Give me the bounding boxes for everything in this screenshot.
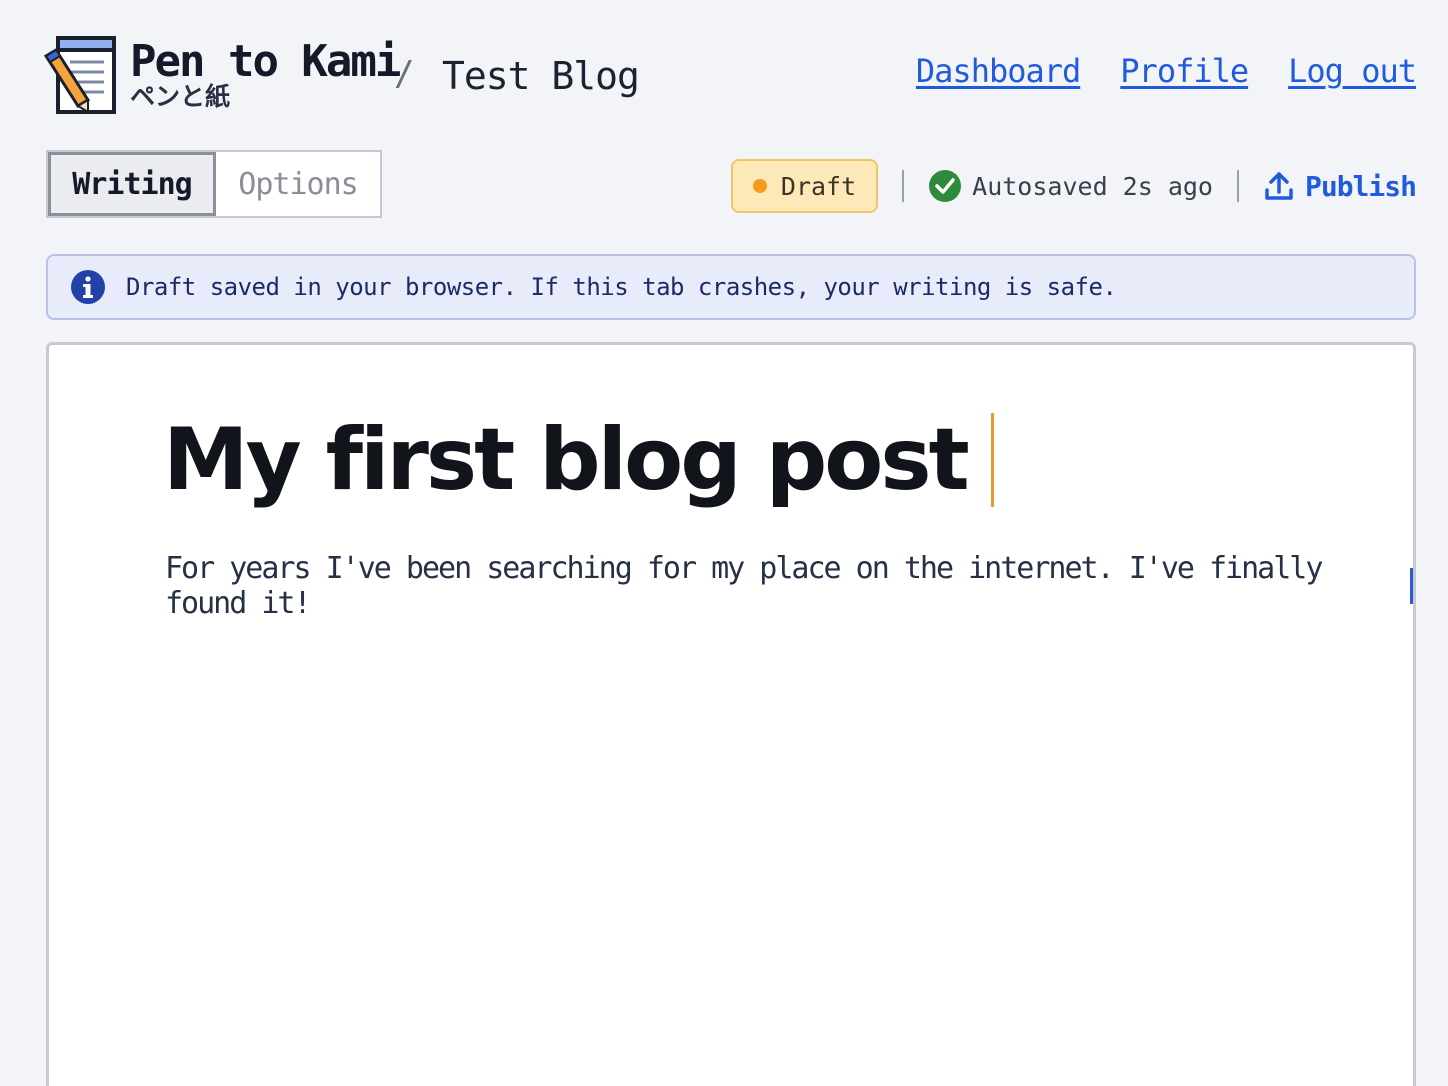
nav-profile-link[interactable]: Profile: [1120, 52, 1249, 90]
tab-writing[interactable]: Writing: [48, 152, 216, 216]
tab-options[interactable]: Options: [216, 152, 380, 216]
body-caret: [1410, 568, 1413, 604]
post-body-input[interactable]: For years I've been searching for my pla…: [165, 551, 1413, 621]
autosave-status: Autosaved 2s ago: [928, 169, 1213, 203]
post-editor[interactable]: My first blog post For years I've been s…: [46, 342, 1416, 1086]
post-title-text: My first blog post: [163, 410, 970, 510]
divider: [902, 170, 905, 202]
info-banner-text: Draft saved in your browser. If this tab…: [126, 273, 1117, 301]
app-header: Pen to Kami ペンと紙 / Test Blog Dashboard P…: [44, 32, 1417, 122]
title-caret: [990, 413, 994, 507]
post-body-text: For years I've been searching for my pla…: [165, 551, 1323, 621]
publish-label: Publish: [1304, 169, 1417, 203]
info-icon: [71, 270, 105, 304]
upload-icon: [1265, 172, 1293, 200]
editor-page: Pen to Kami ペンと紙 / Test Blog Dashboard P…: [0, 0, 1448, 1086]
info-banner: Draft saved in your browser. If this tab…: [46, 254, 1416, 320]
editor-tabs: Writing Options: [46, 150, 382, 218]
status-badge: Draft: [730, 159, 879, 213]
nav-logout-link[interactable]: Log out: [1288, 52, 1417, 90]
publish-button[interactable]: Publish: [1263, 169, 1417, 203]
top-nav: Dashboard Profile Log out: [916, 52, 1417, 90]
check-circle-icon: [929, 170, 962, 202]
notepad-pencil-icon: [44, 36, 116, 114]
logo[interactable]: Pen to Kami ペンと紙: [44, 32, 401, 118]
status-bar: Draft Autosaved 2s ago Publish: [730, 158, 1417, 214]
post-title-input[interactable]: My first blog post: [163, 405, 994, 515]
breadcrumb-blog-name[interactable]: Test Blog: [442, 54, 640, 98]
nav-dashboard-link[interactable]: Dashboard: [916, 52, 1081, 90]
draft-dot-icon: [752, 179, 767, 193]
breadcrumb-separator: /: [394, 54, 415, 94]
status-badge-label: Draft: [780, 171, 857, 201]
divider: [1236, 170, 1239, 202]
autosave-text: Autosaved 2s ago: [972, 171, 1213, 201]
